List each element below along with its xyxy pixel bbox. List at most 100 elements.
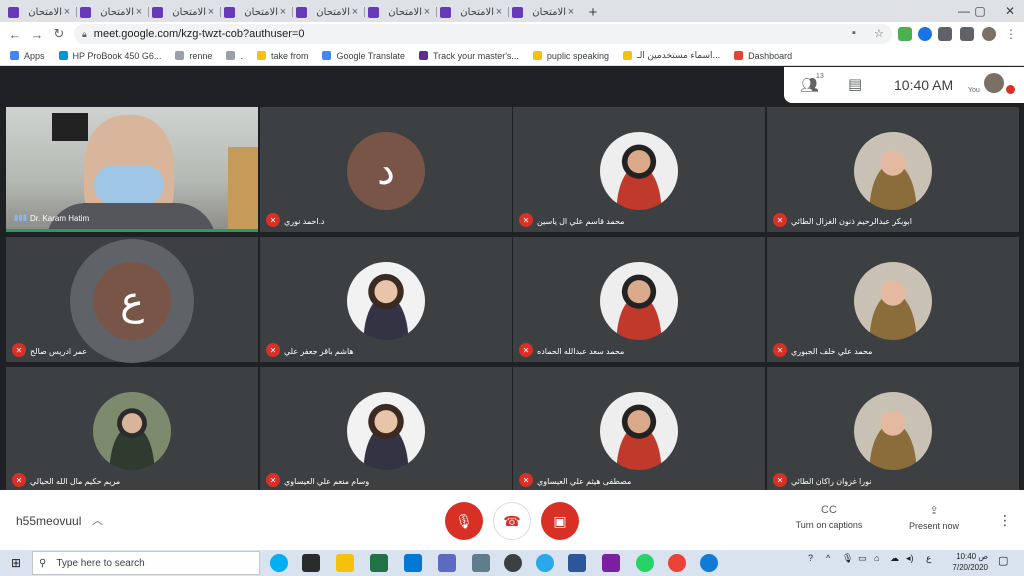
forward-icon[interactable]: → <box>26 27 48 42</box>
close-tab-icon[interactable]: × <box>278 6 288 18</box>
participant-photo <box>600 132 678 210</box>
close-tab-icon[interactable]: × <box>566 6 576 18</box>
reload-icon[interactable]: ↻ <box>48 26 70 42</box>
app-icon[interactable] <box>370 554 388 572</box>
app-icon[interactable] <box>438 554 456 572</box>
participant-tile[interactable]: ✕ نورا غزوان راكان الطائي <box>767 367 1019 492</box>
battery-icon[interactable]: ▭ <box>858 553 867 564</box>
windows-start-icon[interactable]: ⊞ <box>0 556 32 570</box>
skype-icon[interactable] <box>270 554 288 572</box>
extension-icon[interactable] <box>938 27 952 41</box>
participant-tile[interactable]: ✕ وسام منعم علي العيساوي <box>260 367 512 492</box>
close-tab-icon[interactable]: × <box>62 6 72 18</box>
bookmark-item[interactable]: puplic speaking <box>532 51 609 61</box>
word-icon[interactable] <box>568 554 586 572</box>
camera-toggle-button[interactable]: ▣ <box>541 502 579 540</box>
tray-chevron-icon[interactable]: ^ <box>826 553 830 563</box>
profile-avatar[interactable] <box>982 27 996 41</box>
participant-tile[interactable]: ✕ مريم حكيم مال الله الحيالي <box>6 367 258 492</box>
meet-clock: 10:40 AM <box>894 77 954 93</box>
tab[interactable]: الامتحان × <box>76 2 148 22</box>
tab[interactable]: الامتحان × <box>220 2 292 22</box>
tab[interactable]: الامتحان × <box>508 2 580 22</box>
participant-tile[interactable]: ✕ محمد قاسم علي ال ياسين <box>513 107 765 232</box>
participant-name: محمد قاسم علي ال ياسين <box>537 217 625 226</box>
bookmark-item[interactable]: renne <box>175 51 212 61</box>
participant-tile[interactable]: ع ✕ عمر ادريس صالح <box>6 237 258 363</box>
tab-label: الامتحان <box>460 6 494 18</box>
taskbar-search[interactable]: ⚲ Type here to search <box>32 551 260 575</box>
tab-list: الامتحان×الامتحان×Mee×الامتحان×الامتحان×… <box>0 2 1024 490</box>
mic-tray-icon[interactable]: 🎙︎ <box>842 553 853 564</box>
bookmark-item[interactable]: HP ProBook 450 G6... <box>58 51 161 61</box>
captions-button[interactable]: CC Turn on captions <box>784 504 874 530</box>
store-icon[interactable] <box>302 554 320 572</box>
participant-tile[interactable]: ✕ ابوبكر عبدالرحيم ذنون الغزال الطائي <box>767 107 1019 232</box>
camera-icon[interactable]: ▪ <box>852 27 856 39</box>
more-options-icon[interactable]: ⋮ <box>998 512 1012 529</box>
notifications-icon[interactable]: ▢ <box>998 554 1008 567</box>
file-explorer-icon[interactable] <box>336 554 354 572</box>
back-icon[interactable]: ← <box>4 27 26 42</box>
participant-tile[interactable]: د ✕ د.احمد نوري <box>260 107 512 232</box>
tab[interactable]: الامتحان × <box>148 2 220 22</box>
close-window-button[interactable]: ✕ <box>990 0 1024 22</box>
extensions-puzzle-icon[interactable] <box>960 27 974 41</box>
participant-photo <box>600 392 678 470</box>
bookmark-item[interactable]: Apps <box>10 51 45 61</box>
close-tab-icon[interactable]: × <box>206 6 216 18</box>
mic-toggle-button[interactable]: 🎙︎ <box>445 502 483 540</box>
tab[interactable]: الامتحان × <box>364 2 436 22</box>
tab[interactable]: الامتحان × <box>4 2 76 22</box>
participant-tile[interactable]: ✕ محمد علي خلف الجبوري <box>767 237 1019 362</box>
help-icon[interactable]: ? <box>808 553 813 563</box>
present-now-button[interactable]: ⇪ Present now <box>889 504 979 531</box>
bookmark-item[interactable]: . <box>226 51 243 61</box>
forms-icon <box>152 6 163 18</box>
close-tab-icon[interactable]: × <box>134 6 144 18</box>
cloud-icon[interactable]: ☁︎ <box>890 553 899 564</box>
telegram-icon[interactable] <box>536 554 554 572</box>
chat-icon[interactable]: ▤ <box>848 75 862 93</box>
close-tab-icon[interactable]: × <box>494 6 504 18</box>
taskbar-clock[interactable]: 10:40 ص 7/20/2020 <box>940 551 988 573</box>
participant-name: ابوبكر عبدالرحيم ذنون الغزال الطائي <box>791 217 912 226</box>
participant-tile[interactable]: ✕ هاشم باقر جعفر علي <box>260 237 512 362</box>
close-tab-icon[interactable]: × <box>350 6 360 18</box>
participant-tile[interactable]: ✕ مصطفى هيثم علي العيساوي <box>513 367 765 492</box>
bookmark-item[interactable]: اسماء مستخدمين الـ... <box>622 50 720 61</box>
input-language[interactable]: ع <box>926 553 931 564</box>
bookmark-item[interactable]: Dashboard <box>734 51 792 61</box>
whatsapp-icon[interactable] <box>636 554 654 572</box>
bookmark-star-icon[interactable]: ☆ <box>874 27 884 40</box>
edge-icon[interactable] <box>700 554 718 572</box>
bookmark-item[interactable]: take from <box>256 51 308 61</box>
mic-off-icon: ✕ <box>266 213 280 227</box>
participant-count: 13 <box>816 73 824 80</box>
volume-icon[interactable]: ◂) <box>906 553 914 564</box>
speaker-tile[interactable]: ▮▮▮ Dr. Karam Hatim <box>6 107 258 232</box>
tab[interactable]: الامتحان × <box>436 2 508 22</box>
calculator-icon[interactable] <box>472 554 490 572</box>
close-tab-icon[interactable]: × <box>422 6 432 18</box>
new-tab-button[interactable]: + <box>580 2 606 22</box>
network-icon[interactable]: ⌂ <box>874 553 879 563</box>
app-icon[interactable] <box>602 554 620 572</box>
tab[interactable]: الامتحان × <box>292 2 364 22</box>
cc-icon: CC <box>821 504 837 516</box>
mail-icon[interactable] <box>404 554 422 572</box>
bookmark-item[interactable]: Google Translate <box>322 51 405 61</box>
extension-icon[interactable] <box>918 27 932 41</box>
self-view-thumbnail[interactable] <box>984 73 1004 93</box>
tab-label: الامتحان <box>100 6 134 18</box>
chrome-icon[interactable] <box>668 554 686 572</box>
address-bar[interactable]: 🔒︎ meet.google.com/kzg-twzt-cob?authuser… <box>74 24 892 44</box>
browser-menu-icon[interactable]: ⋮ <box>1004 27 1018 41</box>
participant-tile[interactable]: ✕ محمد سعد عبدالله الحماده <box>513 237 765 362</box>
leave-call-button[interactable]: ☎︎ <box>493 502 531 540</box>
extension-icon[interactable] <box>898 27 912 41</box>
chevron-up-icon[interactable]: ︿ <box>92 512 103 528</box>
bookmark-item[interactable]: Track your master's... <box>419 51 519 61</box>
app-icon[interactable] <box>504 554 522 572</box>
forms-icon <box>8 6 19 18</box>
